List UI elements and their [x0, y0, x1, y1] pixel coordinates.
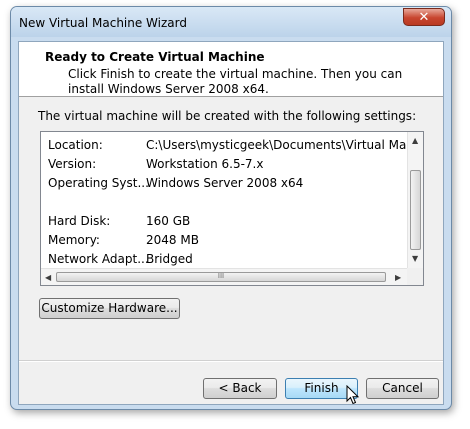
- cancel-button[interactable]: Cancel: [366, 378, 439, 399]
- close-button[interactable]: ✕: [403, 8, 445, 26]
- settings-rows: Location: C:\Users\mysticgeek\Documents\…: [48, 138, 423, 271]
- setting-label: Location:: [48, 138, 103, 152]
- wizard-window: New Virtual Machine Wizard ✕ Ready to Cr…: [10, 6, 452, 410]
- window-title: New Virtual Machine Wizard: [19, 16, 187, 30]
- title-bar[interactable]: New Virtual Machine Wizard ✕: [11, 7, 451, 37]
- settings-row-memory: Memory: 2048 MB: [48, 233, 408, 252]
- customize-hardware-button[interactable]: Customize Hardware...: [39, 298, 180, 319]
- setting-label: Memory:: [48, 233, 100, 247]
- settings-row-blank: [48, 195, 408, 214]
- setting-label: Hard Disk:: [48, 214, 111, 228]
- wizard-header: Ready to Create Virtual Machine Click Fi…: [19, 42, 443, 97]
- setting-label: Operating Syst...: [48, 176, 149, 190]
- settings-list[interactable]: Location: C:\Users\mysticgeek\Documents\…: [40, 131, 424, 286]
- setting-label: Network Adapt...: [48, 252, 149, 266]
- grip-icon: III: [217, 272, 225, 280]
- scroll-right-icon[interactable]: ▶: [395, 273, 401, 282]
- page-description: Click Finish to create the virtual machi…: [68, 67, 403, 96]
- horizontal-scrollbar[interactable]: ◀ III ▶: [41, 268, 409, 285]
- scroll-left-icon[interactable]: ◀: [45, 273, 51, 282]
- settings-row-hard-disk: Hard Disk: 160 GB: [48, 214, 408, 233]
- back-button[interactable]: < Back: [203, 378, 277, 399]
- settings-intro-text: The virtual machine will be created with…: [38, 109, 417, 123]
- setting-value: Bridged: [146, 252, 193, 266]
- scrollbar-corner: [407, 268, 423, 285]
- page-title: Ready to Create Virtual Machine: [45, 50, 265, 64]
- setting-value: C:\Users\mysticgeek\Documents\Virtual Ma…: [146, 138, 424, 152]
- wizard-content: Ready to Create Virtual Machine Click Fi…: [18, 41, 444, 405]
- setting-value: Workstation 6.5-7.x: [146, 157, 264, 171]
- setting-value: 160 GB: [146, 214, 191, 228]
- setting-value: Windows Server 2008 x64: [146, 176, 304, 190]
- vertical-scrollbar[interactable]: ▲ ▼: [407, 132, 423, 268]
- scroll-down-icon[interactable]: ▼: [412, 254, 418, 263]
- setting-label: Version:: [48, 157, 97, 171]
- setting-value: 2048 MB: [146, 233, 199, 247]
- settings-row-version: Version: Workstation 6.5-7.x: [48, 157, 408, 176]
- scroll-up-icon[interactable]: ▲: [412, 136, 418, 145]
- mouse-pointer-icon: [346, 385, 360, 405]
- footer-divider: [19, 360, 443, 362]
- vertical-scroll-thumb[interactable]: [410, 170, 421, 250]
- settings-row-os: Operating Syst... Windows Server 2008 x6…: [48, 176, 408, 195]
- settings-row-location: Location: C:\Users\mysticgeek\Documents\…: [48, 138, 423, 157]
- horizontal-scroll-thumb[interactable]: III: [56, 272, 386, 282]
- close-icon: ✕: [418, 10, 430, 25]
